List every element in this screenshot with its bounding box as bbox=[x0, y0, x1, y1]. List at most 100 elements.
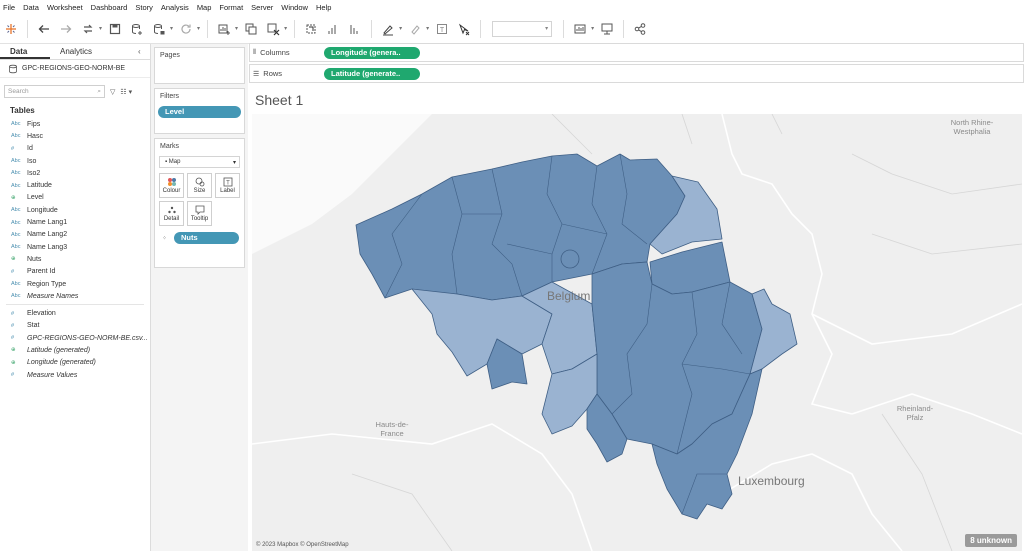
save-icon[interactable] bbox=[106, 20, 124, 38]
field-item[interactable]: ⊕ Longitude (generated) bbox=[0, 357, 150, 369]
sort-descending-icon[interactable] bbox=[346, 20, 364, 38]
pages-card[interactable]: Pages bbox=[154, 47, 245, 84]
field-name: Name Lang3 bbox=[27, 243, 68, 251]
clear-dropdown-icon[interactable]: ▾ bbox=[284, 25, 287, 32]
field-item[interactable]: # Stat bbox=[0, 320, 150, 332]
view-options-icon[interactable]: ☷ ▾ bbox=[120, 88, 132, 96]
datasource-dropdown-icon[interactable]: ▾ bbox=[170, 25, 173, 32]
pause-updates-icon[interactable] bbox=[150, 20, 168, 38]
duplicate-sheet-icon[interactable] bbox=[242, 20, 260, 38]
mark-type-dropdown[interactable]: ▪ Map ▾ bbox=[159, 156, 240, 168]
collapse-pane-button[interactable]: ‹ bbox=[138, 44, 150, 59]
field-item[interactable]: ⊕ Latitude (generated) bbox=[0, 344, 150, 356]
field-item[interactable]: # Parent Id bbox=[0, 266, 150, 278]
field-name: Name Lang1 bbox=[27, 219, 68, 227]
field-item[interactable]: Abc Latitude bbox=[0, 179, 150, 191]
new-sheet-dropdown-icon[interactable]: ▾ bbox=[235, 25, 238, 32]
clear-sheet-icon[interactable] bbox=[264, 20, 282, 38]
refresh-icon[interactable] bbox=[177, 20, 195, 38]
menu-data[interactable]: Data bbox=[23, 3, 39, 12]
menu-file[interactable]: File bbox=[3, 3, 15, 12]
label-icon[interactable]: T bbox=[433, 20, 451, 38]
replay-dropdown-icon[interactable]: ▾ bbox=[99, 25, 102, 32]
region-brussels bbox=[560, 249, 580, 269]
fix-axes-icon[interactable] bbox=[455, 20, 473, 38]
colour-button[interactable]: Colour bbox=[159, 173, 184, 198]
field-item[interactable]: ⊕ Level bbox=[0, 192, 150, 204]
tableau-logo-icon[interactable] bbox=[2, 20, 20, 38]
presentation-icon[interactable] bbox=[598, 20, 616, 38]
field-item[interactable]: Abc Iso2 bbox=[0, 167, 150, 179]
field-name: Iso2 bbox=[27, 169, 41, 177]
columns-pill-longitude[interactable]: Longitude (genera.. bbox=[324, 46, 420, 59]
datasource-item[interactable]: GPC-REGIONS-GEO-NORM-BE bbox=[0, 60, 150, 78]
label-icon: T bbox=[223, 177, 232, 187]
marks-card: Marks ▪ Map ▾ Colour Size T Label Detail bbox=[154, 138, 245, 268]
search-input[interactable]: Search ⌕ bbox=[4, 85, 105, 98]
menu-format[interactable]: Format bbox=[219, 3, 243, 12]
filter-icon[interactable]: ▽ bbox=[110, 88, 115, 96]
redo-icon[interactable] bbox=[57, 20, 75, 38]
menu-dashboard[interactable]: Dashboard bbox=[91, 3, 128, 12]
undo-icon[interactable] bbox=[35, 20, 53, 38]
field-item[interactable]: Abc Name Lang3 bbox=[0, 241, 150, 253]
menu-story[interactable]: Story bbox=[135, 3, 153, 12]
map-view[interactable]: North Rhine- Westphalia Belgium Hauts-de… bbox=[252, 114, 1022, 551]
label-button[interactable]: T Label bbox=[215, 173, 240, 198]
datasource-icon bbox=[9, 64, 17, 73]
fit-dropdown[interactable]: ▾ bbox=[492, 20, 553, 37]
show-me-icon[interactable] bbox=[571, 20, 589, 38]
field-item[interactable]: Abc Measure Names bbox=[0, 290, 150, 302]
menu-window[interactable]: Window bbox=[281, 3, 308, 12]
rows-pill-latitude[interactable]: Latitude (generate.. bbox=[324, 67, 420, 80]
sheet-title[interactable]: Sheet 1 bbox=[255, 92, 303, 108]
highlight-dropdown-icon[interactable]: ▾ bbox=[399, 25, 402, 32]
share-icon[interactable] bbox=[631, 20, 649, 38]
detail-pill-nuts[interactable]: Nuts bbox=[174, 232, 239, 244]
tab-analytics[interactable]: Analytics bbox=[50, 44, 120, 59]
highlight-icon[interactable] bbox=[379, 20, 397, 38]
field-name: Hasc bbox=[27, 132, 43, 140]
size-button[interactable]: Size bbox=[187, 173, 212, 198]
tab-data[interactable]: Data bbox=[0, 44, 50, 59]
map-attribution[interactable]: © 2023 Mapbox © OpenStreetMap bbox=[256, 542, 349, 548]
toolbar-separator bbox=[27, 19, 28, 38]
menu-help[interactable]: Help bbox=[316, 3, 331, 12]
measure-list: # Elevation # Stat # GPC-REGIONS-GEO-NORM-BE.… bbox=[0, 307, 150, 381]
field-item[interactable]: Abc Hasc bbox=[0, 130, 150, 142]
field-item[interactable]: Abc Name Lang1 bbox=[0, 216, 150, 228]
field-item[interactable]: Abc Fips bbox=[0, 118, 150, 130]
field-item[interactable]: ⊕ Nuts bbox=[0, 253, 150, 265]
unknown-indicator[interactable]: 8 unknown bbox=[965, 534, 1017, 547]
field-item[interactable]: Abc Longitude bbox=[0, 204, 150, 216]
map-canvas bbox=[252, 114, 1022, 551]
new-datasource-icon[interactable] bbox=[128, 20, 146, 38]
tooltip-button[interactable]: Tooltip bbox=[187, 201, 212, 226]
replay-icon[interactable] bbox=[79, 20, 97, 38]
rows-shelf[interactable]: ☰ Rows Latitude (generate.. bbox=[249, 64, 1024, 83]
new-worksheet-icon[interactable] bbox=[215, 20, 233, 38]
menu-map[interactable]: Map bbox=[197, 3, 212, 12]
menu-worksheet[interactable]: Worksheet bbox=[47, 3, 83, 12]
field-item[interactable]: # Measure Values bbox=[0, 369, 150, 381]
refresh-dropdown-icon[interactable]: ▾ bbox=[197, 25, 200, 32]
field-item[interactable]: Abc Name Lang2 bbox=[0, 229, 150, 241]
group-icon[interactable] bbox=[406, 20, 424, 38]
filter-pill-level[interactable]: Level bbox=[158, 106, 241, 118]
filters-card[interactable]: Filters Level bbox=[154, 88, 245, 134]
field-item[interactable]: Abc Iso bbox=[0, 155, 150, 167]
sort-ascending-icon[interactable] bbox=[324, 20, 342, 38]
field-item[interactable]: # GPC-REGIONS-GEO-NORM-BE.csv... bbox=[0, 332, 150, 344]
show-me-dropdown-icon[interactable]: ▾ bbox=[591, 25, 594, 32]
detail-button[interactable]: Detail bbox=[159, 201, 184, 226]
menu-analysis[interactable]: Analysis bbox=[161, 3, 189, 12]
field-type-icon: # bbox=[11, 145, 15, 152]
field-item[interactable]: Abc Region Type bbox=[0, 278, 150, 290]
field-item[interactable]: # Elevation bbox=[0, 307, 150, 319]
field-type-icon: ⊕ bbox=[11, 194, 16, 201]
columns-shelf[interactable]: ⦀ Columns Longitude (genera.. bbox=[249, 43, 1024, 62]
group-dropdown-icon[interactable]: ▾ bbox=[426, 25, 429, 32]
swap-axes-icon[interactable] bbox=[302, 20, 320, 38]
field-item[interactable]: # Id bbox=[0, 143, 150, 155]
menu-server[interactable]: Server bbox=[251, 3, 273, 12]
